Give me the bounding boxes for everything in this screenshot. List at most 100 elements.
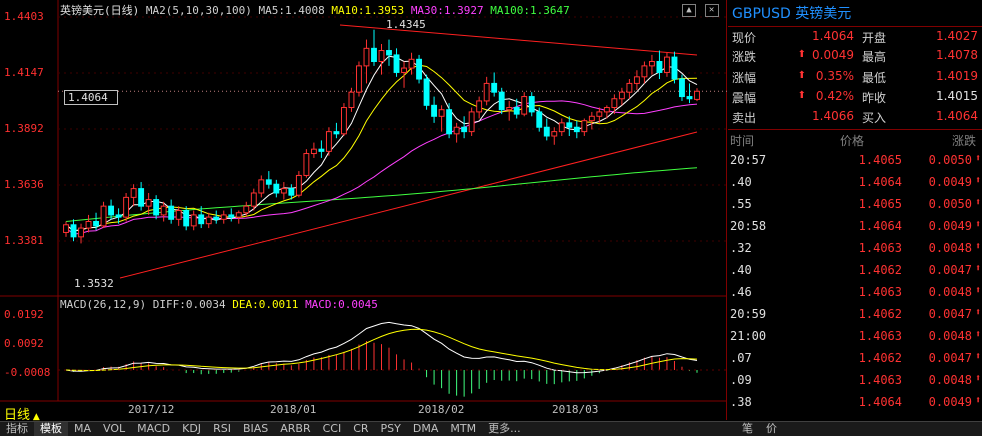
tick-price: 1.4064 [858,219,902,233]
candle-body [686,96,693,100]
candle-body [558,122,565,133]
tick-change: 0.0048 [928,329,972,343]
tick-tab[interactable]: 笔 [736,422,759,436]
tick-price: 1.4062 [858,351,902,365]
ma10-value: MA10:1.3953 [331,4,405,17]
candle-body [123,196,130,218]
candle-body [310,148,317,155]
indicator-tab[interactable]: ARBR [274,422,316,436]
candle-body [333,131,340,135]
candle-body [498,91,505,111]
quote-value: 1.4015 [936,89,978,103]
kline-chart[interactable] [0,0,727,420]
tick-change: 0.0048 [928,241,972,255]
arrow-up-icon: ⬆ [974,263,981,274]
macd-header: MACD(26,12,9) DIFF:0.0034 DEA:0.0011 MAC… [60,298,378,311]
quote-label: 买入 [862,111,887,125]
indicator-tab[interactable]: 指标 [0,422,34,436]
tick-price: 1.4062 [858,307,902,321]
candle-body [190,214,197,227]
indicator-tab[interactable]: PSY [375,422,407,436]
tick-price: 1.4064 [858,175,902,189]
ticks-header: 时间 价格 涨跌 [728,131,982,149]
indicator-tab[interactable]: DMA [407,422,445,436]
candle-body [280,188,287,194]
current-price-tag: 1.4064 [64,90,118,105]
quote-title: GBPUSD 英镑美元 [732,3,851,23]
tick-price: 1.4065 [858,153,902,167]
tick-time: 21:00 [730,329,767,343]
indicator-tab[interactable]: MTM [444,422,482,436]
ticks-change-header: 涨跌 [951,134,976,148]
candle-body [694,90,700,100]
indicator-tab[interactable]: 更多... [482,422,527,436]
candle-body [258,179,265,194]
date-axis-tick: 2017/12 [128,403,175,416]
candle-body [664,56,670,73]
arrow-up-icon: ⬆ [974,307,981,318]
macd-value: MACD:0.0045 [305,298,378,311]
price-axis-tick: 1.4147 [4,66,44,79]
candle-body [325,131,332,152]
candle-body [198,214,205,225]
close-icon[interactable]: ✕ [704,4,719,17]
indicator-tab[interactable]: 模板 [34,422,68,436]
indicator-tab[interactable]: BIAS [237,422,274,436]
tick-row: .38 1.4064 0.0049 ⬆ [728,395,982,415]
indicator-tab[interactable]: VOL [97,422,131,436]
tick-row: .40 1.4062 0.0047 ⬆ [728,263,982,283]
ma-header: 英镑美元(日线) MA2(5,10,30,100) MA5:1.4008 MA1… [60,2,570,18]
indicator-tab[interactable]: CCI [317,422,348,436]
indicator-tab[interactable]: MACD [131,422,176,436]
arrow-up-icon: ⬆ [797,49,806,60]
quote-label: 开盘 [862,31,887,45]
candle-body [588,115,595,122]
macd-axis-tick: -0.0008 [4,366,51,379]
quote-label: 最高 [862,50,887,64]
instrument-name: 英镑美元 [795,6,852,22]
candle-body [491,82,498,93]
arrow-up-icon: ⬆ [974,395,981,406]
price-axis-tick: 1.3892 [4,122,44,135]
quote-value: 0.35% [815,69,854,83]
candle-body [506,107,513,111]
candle-body [108,205,115,216]
candle-body [363,47,370,67]
macd-axis-tick: 0.0192 [4,308,44,321]
candle-body [85,220,92,229]
tick-row: 20:58 1.4064 0.0049 ⬆ [728,219,982,239]
diff-value: DIFF:0.0034 [152,298,226,311]
quote-grid: 现价 1.4064 开盘 1.4027 涨跌 ⬆ 0.0049 最高 1.407… [728,26,982,130]
arrow-up-icon: ⬆ [797,70,806,81]
tick-time: .07 [730,351,752,365]
chart-area[interactable]: 英镑美元(日线) MA2(5,10,30,100) MA5:1.4008 MA1… [0,0,727,423]
candle-body [303,153,310,176]
quote-label: 震幅 [732,91,757,105]
price-tab[interactable]: 价 [760,422,783,436]
candle-body [528,96,535,113]
indicator-tab[interactable]: RSI [207,422,237,436]
candle-body [513,107,520,115]
quote-value: 1.4078 [936,48,978,62]
tick-price: 1.4064 [858,395,902,409]
ma10-line [65,64,698,232]
tick-price: 1.4063 [858,373,902,387]
tick-change: 0.0047 [928,263,972,277]
candle-body [461,126,468,133]
tick-change: 0.0047 [928,351,972,365]
candle-body [438,109,445,117]
candle-body [356,65,362,93]
ma5-line [65,55,698,232]
candle-body [78,227,84,238]
arrow-up-icon: ⬆ [974,153,981,164]
candle-body [416,58,423,80]
indicator-tab[interactable]: CR [347,422,374,436]
indicator-tab[interactable]: KDJ [176,422,207,436]
maximize-icon[interactable]: ▲ [682,4,696,17]
candle-body [641,65,648,78]
tick-time: 20:57 [730,153,767,167]
price-axis-tick: 1.4403 [4,10,44,23]
ticks-price-header: 价格 [840,134,865,148]
tick-time: .55 [730,197,752,211]
indicator-tab[interactable]: MA [68,422,97,436]
